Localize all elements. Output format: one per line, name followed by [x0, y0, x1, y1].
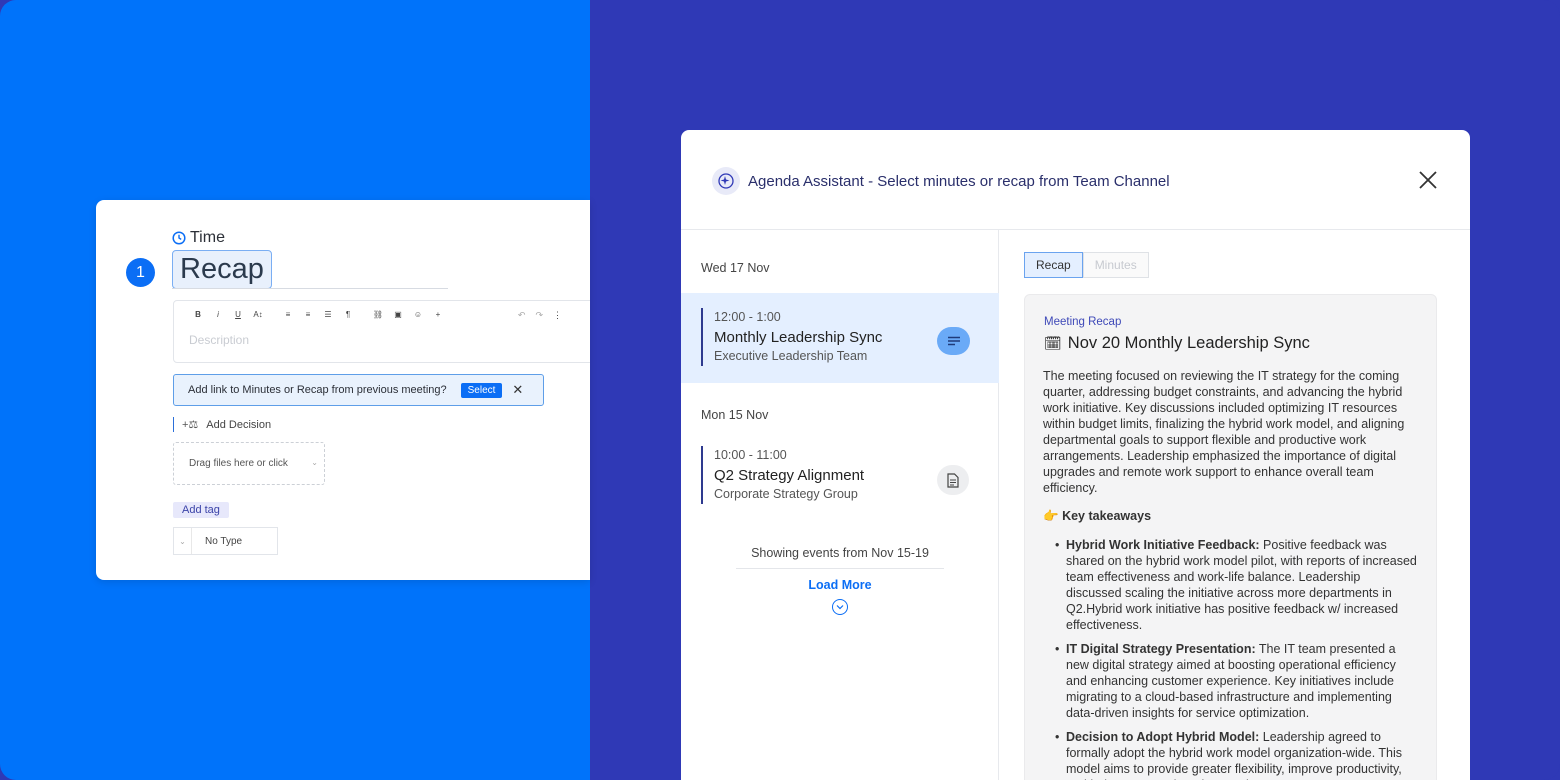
showing-range: Showing events from Nov 15-19 [736, 546, 944, 569]
chevron-down-icon: ⌄ [174, 528, 192, 554]
detail-tabs: Recap Minutes [1024, 252, 1149, 278]
select-button[interactable]: Select [460, 382, 503, 398]
takeaway-title: Decision to Adopt Hybrid Model: [1066, 730, 1260, 744]
takeaways-heading: Key takeaways [1062, 509, 1152, 523]
align-left-button[interactable]: ≡ [278, 310, 298, 319]
gavel-icon: +⚖ [182, 419, 199, 431]
add-decision-button[interactable]: +⚖ Add Decision [173, 417, 271, 432]
event-item[interactable]: 10:00 - 11:00 Q2 Strategy Alignment Corp… [681, 431, 999, 521]
align-center-button[interactable]: ≡ [298, 310, 318, 319]
undo-icon[interactable]: ↶ [518, 310, 526, 321]
modal-title: Agenda Assistant - Select minutes or rec… [748, 173, 1170, 190]
add-tag-button[interactable]: Add tag [173, 502, 229, 518]
description-editor[interactable]: B i U A↕ ≡ ≡ ☰ ¶ ⛓ ▣ ☺ + ↶ ↷ ⋮ Descripti… [173, 300, 590, 363]
history-controls: ↶ ↷ ⋮ [518, 310, 562, 321]
recap-title: Nov 20 Monthly Leadership Sync [1067, 334, 1310, 352]
event-accent-bar [701, 446, 703, 504]
chevron-down-icon: ⌄ [311, 458, 318, 467]
recap-label: Meeting Recap [1044, 316, 1122, 328]
type-value: No Type [205, 535, 243, 547]
recap-summary: The meeting focused on reviewing the IT … [1043, 369, 1405, 495]
agenda-assistant-modal: Agenda Assistant - Select minutes or rec… [681, 130, 1470, 780]
sparkle-icon [712, 167, 740, 195]
event-subtitle: Corporate Strategy Group [714, 487, 858, 501]
italic-button[interactable]: i [208, 310, 228, 319]
recap-title-row: 🗓 Nov 20 Monthly Leadership Sync [1044, 334, 1310, 353]
list-item: Decision to Adopt Hybrid Model: Leadersh… [1055, 729, 1417, 780]
events-list: Wed 17 Nov 12:00 - 1:00 Monthly Leadersh… [681, 230, 999, 780]
redo-icon[interactable]: ↷ [535, 310, 543, 321]
modal-header: Agenda Assistant - Select minutes or rec… [681, 130, 1470, 230]
paragraph-button[interactable]: ¶ [338, 310, 358, 319]
close-icon[interactable]: ✕ [512, 382, 523, 398]
description-placeholder: Description [189, 333, 250, 347]
takeaway-title: Hybrid Work Initiative Feedback: [1066, 538, 1260, 552]
list-item: Hybrid Work Initiative Feedback: Positiv… [1055, 537, 1417, 633]
image-button[interactable]: ▣ [388, 310, 408, 319]
clock-icon [172, 231, 186, 245]
takeaway-text: Positive feedback was shared on the hybr… [1066, 538, 1417, 632]
event-accent-bar [701, 308, 703, 366]
formatting-toolbar: B i U A↕ ≡ ≡ ☰ ¶ ⛓ ▣ ☺ + [188, 310, 568, 319]
underline-button[interactable]: U [228, 310, 248, 319]
link-recap-banner: Add link to Minutes or Recap from previo… [173, 374, 544, 406]
date-header: Mon 15 Nov [701, 408, 769, 422]
time-row[interactable]: Time [172, 229, 225, 247]
event-time: 10:00 - 11:00 [714, 448, 787, 462]
more-icon[interactable]: ⋮ [553, 310, 562, 321]
title-divider [172, 288, 448, 289]
agenda-title-input[interactable]: Recap [172, 250, 272, 289]
date-header: Wed 17 Nov [701, 261, 770, 275]
document-icon[interactable] [937, 465, 969, 495]
recap-panel: Meeting Recap 🗓 Nov 20 Monthly Leadershi… [1024, 294, 1437, 780]
tab-recap[interactable]: Recap [1024, 252, 1083, 278]
recap-lines-icon[interactable] [937, 327, 970, 355]
file-drop-zone[interactable]: Drag files here or click ⌄ [173, 442, 325, 485]
emoji-button[interactable]: ☺ [408, 310, 428, 319]
agenda-item-editor: 1 Time Recap B i U A↕ ≡ ≡ ☰ ¶ ⛓ ▣ ☺ + ↶ … [96, 200, 590, 580]
type-select[interactable]: ⌄ No Type [173, 527, 278, 555]
step-number-badge: 1 [126, 258, 155, 287]
takeaway-title: IT Digital Strategy Presentation: [1066, 642, 1256, 656]
list-button[interactable]: ☰ [318, 310, 338, 319]
event-time: 12:00 - 1:00 [714, 310, 781, 324]
takeaways-list: Hybrid Work Initiative Feedback: Positiv… [1055, 537, 1417, 780]
chevron-down-icon[interactable] [832, 599, 848, 615]
agenda-title-text: Recap [180, 253, 264, 285]
load-more-button[interactable]: Load More [681, 578, 999, 592]
takeaways-heading-row: 👉 Key takeaways [1043, 509, 1151, 524]
close-icon[interactable] [1418, 170, 1438, 190]
event-title: Q2 Strategy Alignment [714, 467, 865, 484]
time-label: Time [190, 229, 225, 246]
list-item: IT Digital Strategy Presentation: The IT… [1055, 641, 1417, 721]
link-prompt-text: Add link to Minutes or Recap from previo… [188, 384, 447, 396]
link-button[interactable]: ⛓ [368, 310, 388, 319]
font-size-button[interactable]: A↕ [248, 310, 268, 319]
pointing-hand-icon: 👉 [1043, 509, 1059, 523]
insert-button[interactable]: + [428, 310, 448, 319]
add-decision-label: Add Decision [206, 418, 272, 431]
event-title: Monthly Leadership Sync [714, 329, 883, 346]
recap-detail: Recap Minutes Meeting Recap 🗓 Nov 20 Mon… [1000, 230, 1470, 780]
event-subtitle: Executive Leadership Team [714, 349, 868, 363]
calendar-icon: 🗓 [1044, 335, 1062, 351]
event-item[interactable]: 12:00 - 1:00 Monthly Leadership Sync Exe… [681, 293, 999, 383]
tab-minutes[interactable]: Minutes [1082, 252, 1149, 278]
drop-zone-label: Drag files here or click [189, 458, 288, 469]
bold-button[interactable]: B [188, 310, 208, 319]
